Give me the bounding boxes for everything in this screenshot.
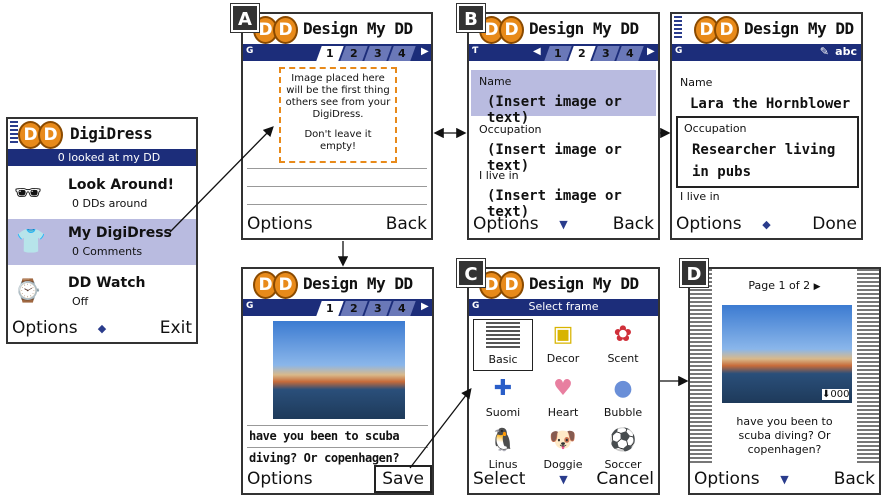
flow-arrows	[169, 126, 689, 469]
arrow-home-to-a	[169, 126, 274, 233]
arrow-save-to-c	[409, 387, 472, 469]
